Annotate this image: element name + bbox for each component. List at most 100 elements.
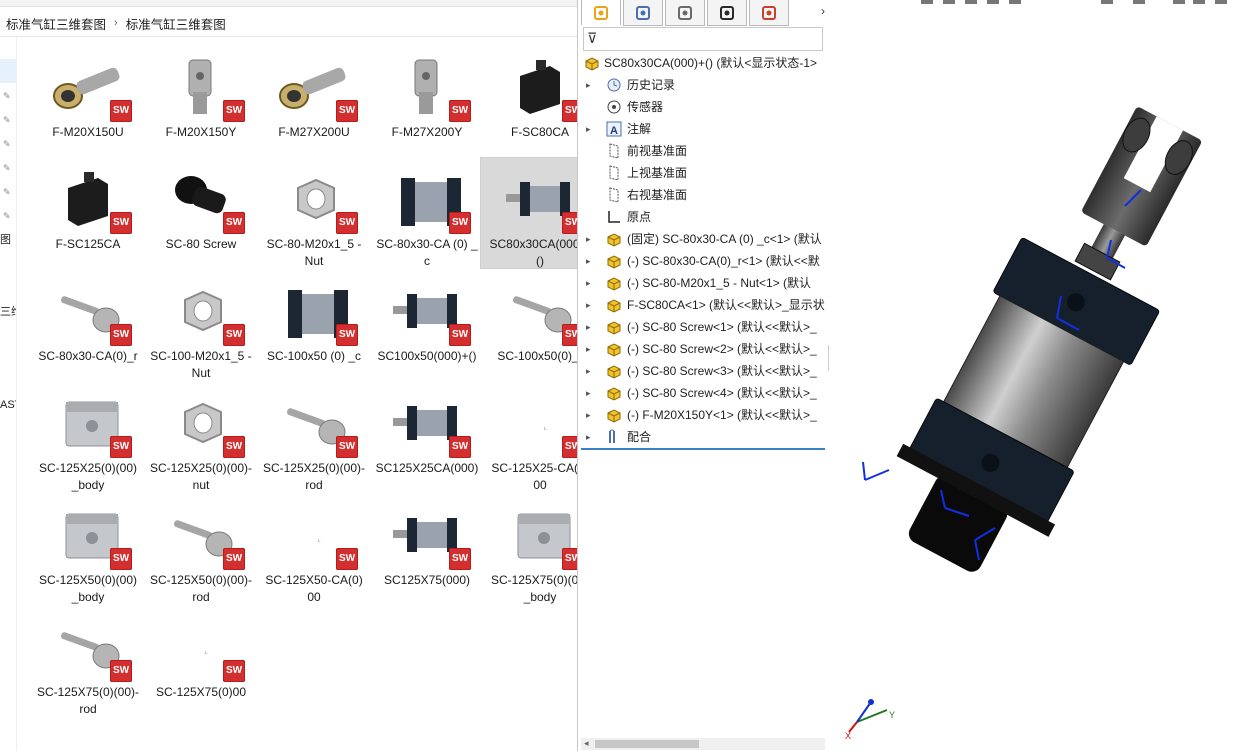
expand-arrow-icon[interactable]: ▸: [586, 360, 596, 382]
pin-icon[interactable]: ✎: [3, 91, 13, 101]
property-manager-icon[interactable]: [623, 0, 663, 26]
tree-item[interactable]: ▸ (固定) SC-80x30-CA (0) _c<1> (默认: [578, 228, 827, 250]
feature-manager-icon[interactable]: [581, 0, 621, 25]
tree-item[interactable]: 上视基准面: [578, 162, 827, 184]
file-name: SC125X75(000): [383, 573, 471, 587]
file-item[interactable]: SW SC-80-M20x1_5 - Nut: [262, 164, 374, 272]
expand-arrow-icon[interactable]: ▸: [586, 228, 596, 250]
scrollbar-thumb[interactable]: [595, 740, 699, 748]
tree-item[interactable]: ▸ (-) SC-80 Screw<4> (默认<<默认>_: [578, 382, 827, 404]
pin-icon[interactable]: ✎: [3, 115, 13, 125]
file-item[interactable]: SW F-M27X200U: [262, 52, 374, 160]
tree-item[interactable]: ▸ 历史记录: [578, 74, 827, 96]
file-item[interactable]: SW SC-125X75(0)(00)_body: [488, 500, 577, 608]
tree-item[interactable]: ▸ F-SC80CA<1> (默认<<默认>_显示状: [578, 294, 827, 316]
file-item[interactable]: ᒻ SW SC-125X50-CA(0)00: [262, 500, 374, 608]
expand-arrow-icon[interactable]: ▸: [586, 338, 596, 360]
file-item[interactable]: SW F-M20X150U: [36, 52, 148, 160]
file-item[interactable]: SW F-SC80CA: [488, 52, 577, 160]
expand-arrow-icon[interactable]: ▸: [586, 404, 596, 426]
graphics-viewport[interactable]: Y X: [829, 0, 1258, 751]
breadcrumb-item-current[interactable]: 标准气缸三维套图: [120, 14, 232, 33]
tab-glyph: [762, 5, 776, 20]
tab-glyph: [678, 5, 692, 20]
scroll-left-icon[interactable]: ◂: [584, 738, 589, 749]
expand-arrow-icon[interactable]: ▸: [586, 272, 596, 294]
tree-item[interactable]: 右视基准面: [578, 184, 827, 206]
expand-arrow-icon[interactable]: ▸: [586, 382, 596, 404]
nav-selected-item[interactable]: [0, 59, 16, 83]
file-name: SC-125X25(0)(00)-nut: [149, 461, 253, 492]
tree-item[interactable]: ▸ (-) SC-80 Screw<3> (默认<<默认>_: [578, 360, 827, 382]
nav-item-label[interactable]: 三维: [0, 303, 16, 319]
file-item[interactable]: SW SC-80x30-CA(0)_r: [36, 276, 148, 384]
file-item[interactable]: SW SC-80x30-CA (0) _c: [375, 164, 487, 272]
file-item[interactable]: ᒻ SW SC-125X25-CA(0)00: [488, 388, 577, 496]
file-item[interactable]: SW SC-125X50(0)(00)_body: [36, 500, 148, 608]
pin-icon[interactable]: ✎: [3, 139, 13, 149]
cylinder-3d-model[interactable]: [829, 0, 1258, 751]
expand-arrow-icon[interactable]: ▸: [586, 426, 596, 448]
chevron-right-icon[interactable]: ›: [821, 4, 825, 18]
file-item[interactable]: SW SC125X75(000): [375, 500, 487, 608]
expand-arrow-icon[interactable]: ▸: [586, 316, 596, 338]
tree-item[interactable]: ▸ (-) SC-80 Screw<2> (默认<<默认>_: [578, 338, 827, 360]
tree-item[interactable]: 传感器: [578, 96, 827, 118]
tree-filter-input[interactable]: ⊽: [583, 27, 823, 51]
tree-item[interactable]: 原点: [578, 206, 827, 228]
file-item[interactable]: ᒻ SW SC-125X75(0)00: [149, 612, 261, 720]
tree-item[interactable]: 前视基准面: [578, 140, 827, 162]
solidworks-file-icon: SW: [336, 548, 358, 570]
file-item[interactable]: SW SC-100x50 (0) _c: [262, 276, 374, 384]
display-manager-icon[interactable]: [749, 0, 789, 26]
file-item[interactable]: SW SC100x50(000)+(): [375, 276, 487, 384]
file-name: SC-125X25(0)(00)_body: [38, 461, 138, 492]
file-name: F-SC125CA: [55, 237, 121, 251]
tree-item[interactable]: ▸ A 注解: [578, 118, 827, 140]
explorer-header-strip: [0, 0, 577, 7]
file-name: SC-80x30-CA (0) _c: [376, 237, 478, 268]
tree-item[interactable]: ▸ (-) SC-80-M20x1_5 - Nut<1> (默认: [578, 272, 827, 294]
tree-root-assembly[interactable]: SC80x30CA(000)+() (默认<显示状态-1>: [578, 52, 827, 74]
expand-arrow-icon[interactable]: ▸: [586, 118, 596, 140]
svg-text:A: A: [610, 125, 618, 137]
part-icon: [607, 409, 621, 423]
tree-item[interactable]: ▸ (-) F-M20X150Y<1> (默认<<默认>_: [578, 404, 827, 426]
file-item[interactable]: SW SC-100x50(0)_r: [488, 276, 577, 384]
expand-arrow-icon[interactable]: ▸: [586, 294, 596, 316]
tree-item[interactable]: ▸ (-) SC-80x30-CA(0)_r<1> (默认<<默: [578, 250, 827, 272]
expand-arrow-icon[interactable]: ▸: [586, 250, 596, 272]
pin-icon[interactable]: ✎: [3, 163, 13, 173]
chevron-right-icon[interactable]: ›: [112, 17, 120, 29]
file-item[interactable]: SW SC-80 Screw: [149, 164, 261, 272]
file-item[interactable]: SW SC-100-M20x1_5 - Nut: [149, 276, 261, 384]
file-item[interactable]: SW F-SC125CA: [36, 164, 148, 272]
tree-horizontal-scrollbar[interactable]: ◂: [581, 738, 825, 750]
file-item[interactable]: SW SC-125X25(0)(00)-rod: [262, 388, 374, 496]
file-item[interactable]: SW SC-125X25(0)(00)-nut: [149, 388, 261, 496]
nav-item-label[interactable]: AST: [0, 399, 16, 411]
nav-item-label[interactable]: 图: [0, 231, 16, 247]
file-item[interactable]: SW SC125X25CA(000): [375, 388, 487, 496]
tree-item-label: (-) SC-80x30-CA(0)_r<1> (默认<<默: [627, 254, 820, 268]
file-item[interactable]: SW F-M27X200Y: [375, 52, 487, 160]
pin-icon[interactable]: ✎: [3, 211, 13, 221]
tree-item[interactable]: ▸ 配合: [578, 426, 827, 448]
expand-arrow-icon[interactable]: ▸: [586, 74, 596, 96]
tree-item[interactable]: ▸ (-) SC-80 Screw<1> (默认<<默认>_: [578, 316, 827, 338]
filter-icon[interactable]: ⊽: [587, 30, 597, 47]
file-item[interactable]: SW SC-125X75(0)(00)-rod: [36, 612, 148, 720]
file-item[interactable]: SW F-M20X150Y: [149, 52, 261, 160]
configuration-manager-icon[interactable]: [665, 0, 705, 26]
solidworks-file-icon: SW: [449, 436, 471, 458]
breadcrumb-item-root[interactable]: 标准气缸三维套图: [0, 14, 112, 33]
file-item[interactable]: SW SC-125X50(0)(00)-rod: [149, 500, 261, 608]
plane-icon: [609, 143, 619, 159]
svg-text:ᒻ: ᒻ: [544, 427, 547, 434]
pin-icon[interactable]: ✎: [3, 187, 13, 197]
file-item[interactable]: SW SC80x30CA(000)+(): [480, 157, 577, 272]
solidworks-file-icon: SW: [223, 212, 245, 234]
file-item[interactable]: SW SC-125X25(0)(00)_body: [36, 388, 148, 496]
solidworks-file-icon: SW: [336, 100, 358, 122]
dimxpert-icon[interactable]: [707, 0, 747, 26]
